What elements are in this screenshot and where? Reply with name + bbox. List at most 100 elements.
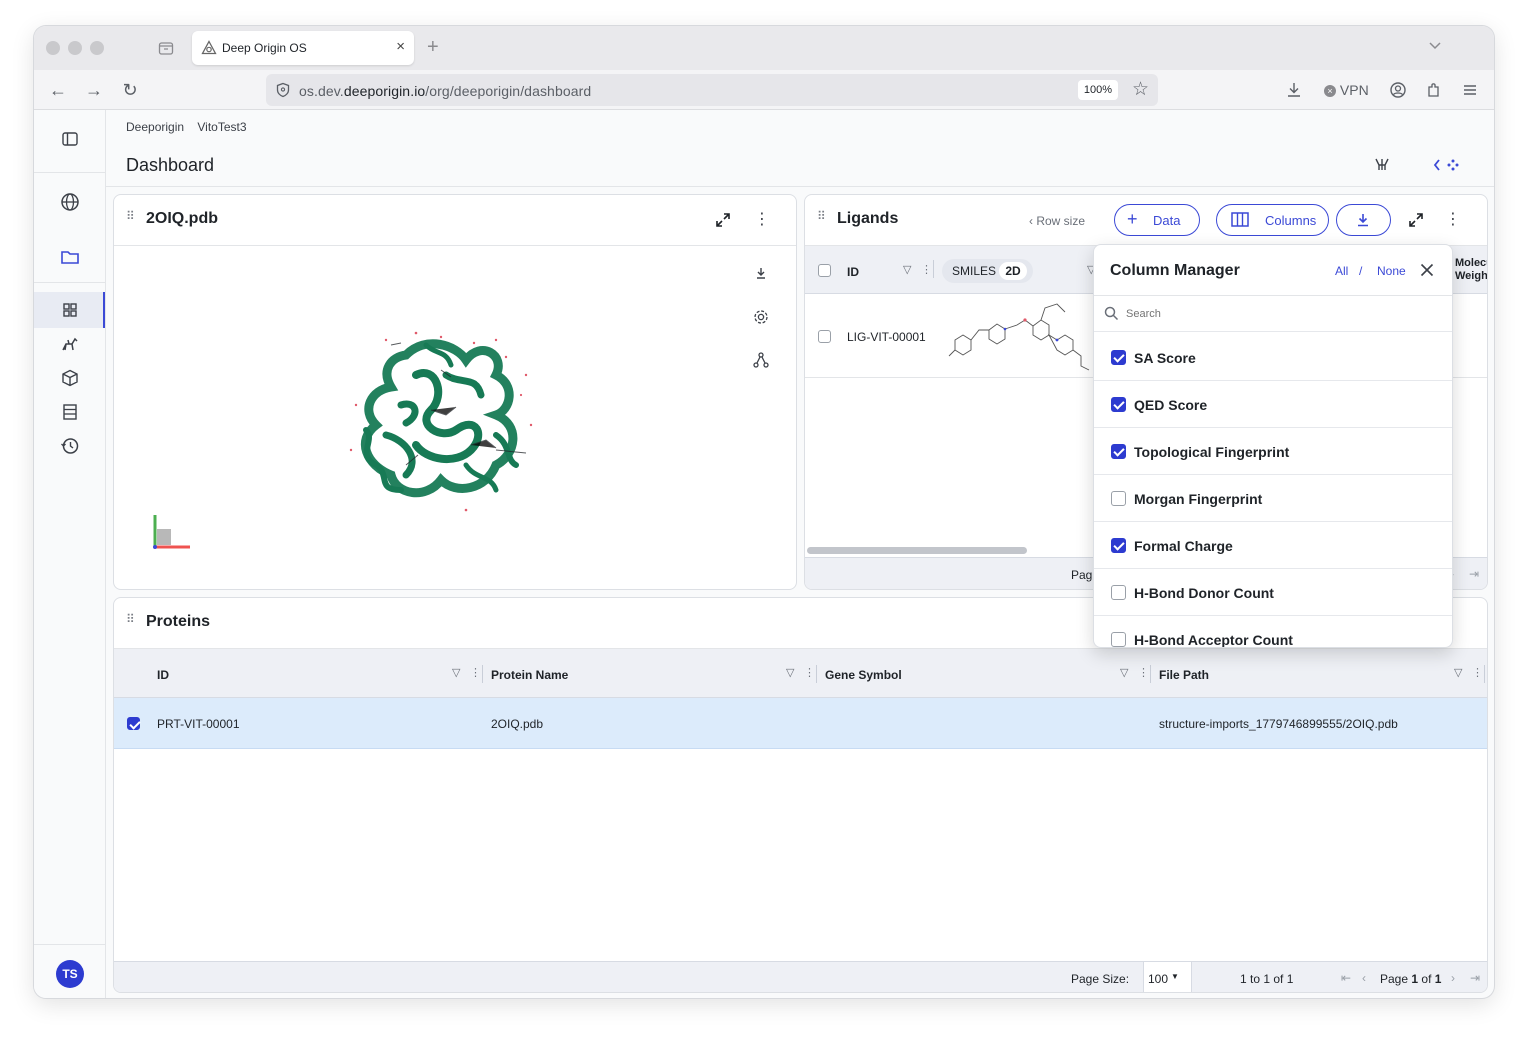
reload-icon[interactable]: ↻: [120, 80, 140, 100]
row-checkbox[interactable]: [127, 717, 140, 730]
history-clock-icon[interactable]: [59, 435, 81, 457]
column-toggle-topological-fingerprint[interactable]: Topological Fingerprint: [1094, 428, 1452, 475]
zoom-window-button[interactable]: [90, 41, 104, 55]
chevron-left-icon[interactable]: ‹: [1362, 971, 1366, 985]
molecule-icon[interactable]: [752, 351, 770, 369]
smiles-column-header[interactable]: SMILES 2D: [942, 259, 1033, 283]
column-menu-icon[interactable]: ⋮: [1138, 666, 1149, 679]
table-icon[interactable]: [59, 401, 81, 423]
column-header-molecular-weight[interactable]: Molecu Weight: [1455, 257, 1487, 283]
more-vertical-icon[interactable]: ⋮: [1443, 210, 1463, 230]
breadcrumb-item-org[interactable]: Deeporigin: [126, 120, 184, 134]
drag-handle-icon[interactable]: ⠿: [817, 210, 827, 227]
column-toggle-qed-score[interactable]: QED Score: [1094, 381, 1452, 428]
shield-icon[interactable]: [275, 82, 291, 98]
chevron-right-icon[interactable]: ›: [1451, 971, 1455, 985]
download-icon[interactable]: [753, 265, 769, 281]
select-all-checkbox[interactable]: [818, 264, 831, 277]
column-checkbox[interactable]: [1111, 491, 1126, 506]
drag-handle-icon[interactable]: ⠿: [126, 210, 136, 227]
table-row[interactable]: PRT-VIT-00001 2OIQ.pdb structure-imports…: [114, 698, 1487, 749]
hamburger-menu-icon[interactable]: [1461, 81, 1479, 99]
column-checkbox[interactable]: [1111, 538, 1126, 553]
first-page-icon[interactable]: ⇤: [1341, 971, 1351, 985]
cube-icon[interactable]: [59, 367, 81, 389]
browser-tab-active[interactable]: Deep Origin OS ×: [192, 31, 414, 65]
ligand-2d-structure[interactable]: [945, 300, 1095, 374]
download-icon[interactable]: [1285, 81, 1303, 99]
filter-tool-icon[interactable]: [1373, 156, 1391, 174]
sidebar-toggle-icon[interactable]: [59, 128, 81, 150]
filter-icon[interactable]: ▽: [1454, 666, 1462, 679]
account-icon[interactable]: [1389, 81, 1407, 99]
new-tab-icon[interactable]: +: [427, 36, 439, 59]
vpn-label: VPN: [1339, 82, 1369, 98]
proteins-title: Proteins: [146, 613, 211, 630]
select-all-columns-link[interactable]: All: [1335, 264, 1348, 278]
select-no-columns-link[interactable]: None: [1377, 264, 1406, 278]
column-menu-icon[interactable]: ⋮: [804, 666, 815, 679]
dashboard-grid-icon[interactable]: [59, 299, 81, 321]
column-checkbox[interactable]: [1111, 632, 1126, 647]
filter-icon[interactable]: ▽: [786, 666, 794, 679]
column-toggle-h-bond-acceptor-count[interactable]: H-Bond Acceptor Count: [1094, 616, 1452, 647]
column-header-gene-symbol[interactable]: Gene Symbol: [825, 668, 902, 682]
globe-icon[interactable]: [59, 191, 81, 213]
folder-icon[interactable]: [59, 246, 81, 268]
workflow-animal-icon[interactable]: [59, 333, 81, 355]
column-menu-icon[interactable]: ⋮: [1472, 666, 1483, 679]
back-arrow-icon[interactable]: ←: [48, 80, 68, 100]
gear-icon[interactable]: [752, 308, 770, 326]
column-search-input[interactable]: [1126, 304, 1436, 324]
column-toggle-morgan-fingerprint[interactable]: Morgan Fingerprint: [1094, 475, 1452, 522]
column-checkbox[interactable]: [1111, 444, 1126, 459]
chevron-down-icon[interactable]: [1428, 38, 1442, 52]
smiles-2d-toggle[interactable]: 2D: [999, 262, 1027, 280]
close-tab-icon[interactable]: ×: [396, 38, 405, 55]
column-menu-icon[interactable]: ⋮: [470, 666, 481, 679]
filter-icon[interactable]: ▽: [1120, 666, 1128, 679]
page-size-select[interactable]: 100 ▼: [1143, 962, 1192, 992]
column-header-protein-name[interactable]: Protein Name: [491, 668, 568, 682]
column-toggle-formal-charge[interactable]: Formal Charge: [1094, 522, 1452, 569]
column-toggle-sa-score[interactable]: SA Score: [1094, 334, 1452, 381]
column-header-id[interactable]: ID: [847, 265, 859, 279]
forward-arrow-icon[interactable]: →: [84, 80, 104, 100]
drag-handle-icon[interactable]: ⠿: [126, 613, 136, 630]
columns-button[interactable]: Columns: [1216, 204, 1329, 236]
last-page-icon[interactable]: ⇥: [1470, 971, 1480, 985]
export-download-button[interactable]: [1336, 204, 1391, 236]
last-page-icon[interactable]: ⇥: [1469, 567, 1479, 581]
page-of: of: [1421, 972, 1432, 986]
column-checkbox[interactable]: [1111, 397, 1126, 412]
column-checkbox[interactable]: [1111, 585, 1126, 600]
close-window-button[interactable]: [46, 41, 60, 55]
column-checkbox[interactable]: [1111, 350, 1126, 365]
expand-icon[interactable]: [714, 211, 732, 229]
column-header-file-path[interactable]: File Path: [1159, 668, 1209, 682]
row-checkbox[interactable]: [818, 330, 831, 343]
avatar[interactable]: TS: [56, 960, 84, 988]
close-icon[interactable]: [1420, 263, 1434, 277]
minimize-window-button[interactable]: [68, 41, 82, 55]
row-size-control[interactable]: ‹ Row size: [1029, 214, 1085, 228]
expand-icon[interactable]: [1407, 211, 1425, 234]
column-header-id[interactable]: ID: [157, 668, 169, 682]
horizontal-scrollbar[interactable]: [807, 547, 1027, 554]
add-data-button[interactable]: + Data: [1114, 204, 1200, 236]
vpn-button[interactable]: × VPN: [1324, 82, 1369, 98]
column-menu-icon[interactable]: ⋮: [921, 263, 932, 276]
breadcrumb-item-project[interactable]: VitoTest3: [197, 120, 246, 134]
extensions-icon[interactable]: [1425, 81, 1443, 99]
protein-structure-render[interactable]: [346, 315, 556, 515]
address-bar[interactable]: os.dev.deeporigin.io/org/deeporigin/dash…: [266, 74, 1158, 106]
filter-icon[interactable]: ▽: [903, 263, 911, 276]
zoom-level[interactable]: 100%: [1078, 80, 1118, 100]
bookmark-star-icon[interactable]: ☆: [1132, 78, 1149, 101]
tab-overview-icon[interactable]: [158, 40, 174, 56]
more-vertical-icon[interactable]: ⋮: [752, 210, 772, 230]
collapse-panel-icon[interactable]: [1432, 156, 1460, 174]
axes-gizmo-icon[interactable]: [150, 511, 194, 555]
column-toggle-h-bond-donor-count[interactable]: H-Bond Donor Count: [1094, 569, 1452, 616]
filter-icon[interactable]: ▽: [452, 666, 460, 679]
